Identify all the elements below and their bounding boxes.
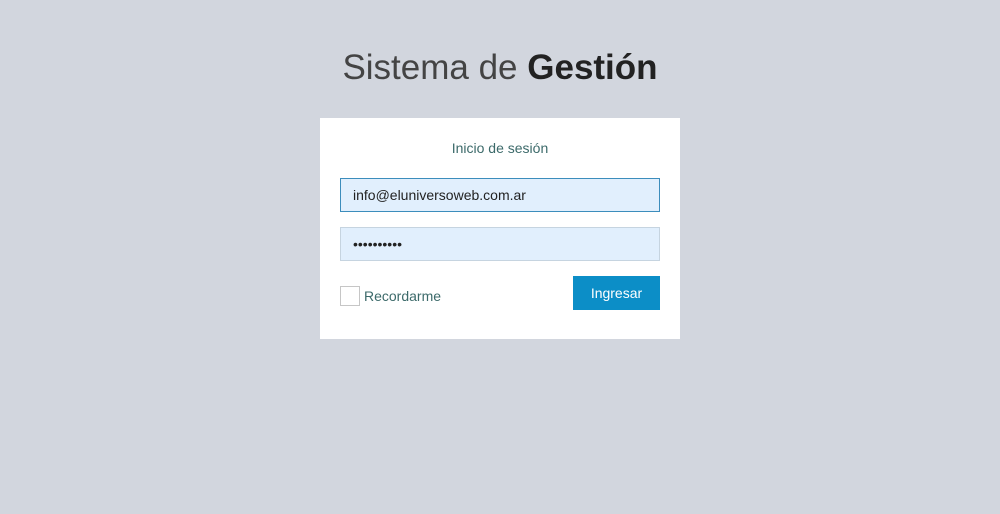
logo-light-text: Sistema de <box>342 48 528 87</box>
submit-button[interactable]: Ingresar <box>573 276 660 310</box>
logo-bold-text: Gestión <box>527 48 658 87</box>
login-box-message: Inicio de sesión <box>451 140 549 156</box>
email-input[interactable] <box>340 178 660 212</box>
app-logo: Sistema de Gestión <box>0 44 1000 92</box>
remember-label[interactable]: Recordarme <box>364 288 441 304</box>
password-input[interactable] <box>340 227 660 261</box>
remember-me[interactable]: Recordarme <box>340 286 441 306</box>
remember-checkbox[interactable] <box>340 286 360 306</box>
login-page: Sistema de Gestión Inicio de sesión Reco… <box>0 0 1000 514</box>
login-box: Inicio de sesión Recordarme Ingresar <box>320 118 680 339</box>
